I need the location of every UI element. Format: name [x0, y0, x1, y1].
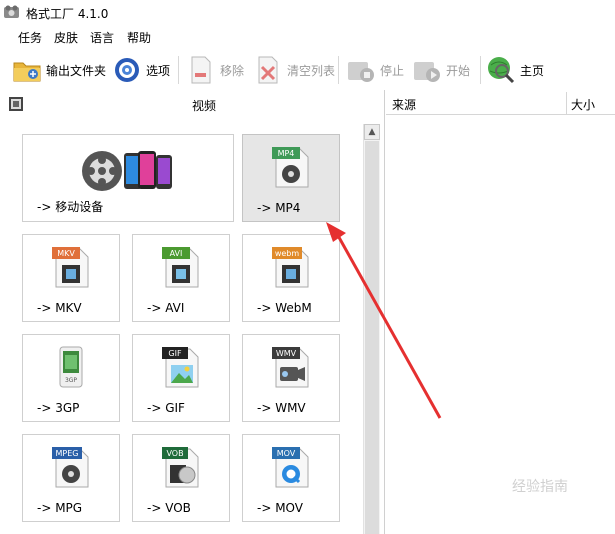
format-tile-avi[interactable]: AVI -> AVI [132, 234, 230, 322]
menu-help[interactable]: 帮助 [127, 29, 151, 46]
pane-splitter[interactable] [384, 90, 385, 534]
webm-file-icon: webm [272, 247, 309, 288]
mpeg-badge-text: MPEG [56, 449, 79, 458]
clear-list-label: 清空列表 [287, 63, 336, 78]
column-divider[interactable] [566, 92, 567, 114]
3gp-file-icon: 3GP [59, 346, 83, 388]
menu-task[interactable]: 任务 [18, 29, 42, 46]
format-tile-label: -> MKV [37, 301, 82, 315]
options-gear-icon [112, 55, 142, 85]
format-tile-wmv[interactable]: WMV -> WMV [242, 334, 340, 422]
toolbar-separator [480, 56, 481, 84]
format-tile-gif[interactable]: GIF -> GIF [132, 334, 230, 422]
format-tile-label: -> 移动设备 [37, 200, 104, 214]
remove-label: 移除 [220, 63, 245, 78]
mobile-devices-icon [82, 151, 172, 191]
3gp-badge-text: 3GP [65, 377, 77, 384]
options-label: 选项 [146, 63, 171, 78]
avi-badge-text: AVI [170, 249, 183, 258]
format-tile-mobile[interactable]: -> 移动设备 [22, 134, 234, 222]
format-panel-scrollbar[interactable]: ▲ [363, 124, 380, 534]
format-tile-label: -> VOB [147, 501, 191, 515]
home-globe-icon [486, 55, 516, 85]
gif-file-icon: GIF [162, 347, 199, 388]
start-label: 开始 [446, 63, 471, 78]
toolbar: 输出文件夹 选项 移除 清空列表 停止 开始 主页 [0, 52, 615, 88]
format-tile-label: -> MOV [257, 501, 303, 515]
format-tile-webm[interactable]: webm -> WebM [242, 234, 340, 322]
stop-label: 停止 [380, 63, 405, 78]
window-title: 格式工厂 4.1.0 [26, 7, 109, 21]
column-header-size[interactable]: 大小 [571, 96, 595, 113]
format-tile-label: -> MP4 [257, 201, 301, 215]
clear-list-icon [253, 55, 283, 85]
format-tile-mpg[interactable]: MPEG -> MPG [22, 434, 120, 522]
mov-file-icon: MOV [272, 447, 309, 488]
home-label: 主页 [520, 63, 545, 78]
menu-language[interactable]: 语言 [90, 29, 114, 46]
remove-button[interactable]: 移除 [186, 52, 244, 88]
category-header[interactable]: 视频 [0, 92, 380, 116]
toolbar-separator [338, 56, 339, 84]
task-list-header: 来源 大小 [386, 92, 615, 115]
clear-list-button[interactable]: 清空列表 [253, 52, 335, 88]
options-button[interactable]: 选项 [112, 52, 170, 88]
mp4-badge-text: MP4 [278, 149, 295, 158]
output-folder-label: 输出文件夹 [46, 63, 107, 78]
gif-badge-text: GIF [168, 349, 182, 358]
format-tile-label: -> WMV [257, 401, 306, 415]
watermark-text: 经验指南 [512, 479, 568, 495]
vob-file-icon: VOB [162, 447, 199, 488]
avi-file-icon: AVI [162, 247, 199, 288]
mp4-file-icon: MP4 [272, 147, 309, 188]
format-panel: -> 移动设备 MP4 -> MP4 MKV -> MKV AVI -> AVI… [6, 120, 378, 534]
stop-button[interactable]: 停止 [346, 52, 404, 88]
scroll-up-arrow-icon[interactable]: ▲ [364, 124, 380, 140]
format-tile-label: -> WebM [257, 301, 312, 315]
format-tile-mov[interactable]: MOV -> MOV [242, 434, 340, 522]
format-tile-mkv[interactable]: MKV -> MKV [22, 234, 120, 322]
film-icon [9, 97, 23, 111]
menu-skin[interactable]: 皮肤 [54, 29, 78, 46]
scrollbar-thumb[interactable] [365, 141, 379, 534]
format-tile-vob[interactable]: VOB -> VOB [132, 434, 230, 522]
start-button[interactable]: 开始 [412, 52, 470, 88]
format-tile-label: -> AVI [147, 301, 185, 315]
title-bar: 格式工厂 4.1.0 [0, 0, 615, 26]
vob-badge-text: VOB [166, 449, 183, 458]
remove-document-icon [186, 55, 216, 85]
output-folder-button[interactable]: 输出文件夹 [12, 52, 106, 88]
wmv-badge-text: WMV [276, 349, 297, 358]
format-tile-mp4[interactable]: MP4 -> MP4 [242, 134, 340, 222]
column-header-source[interactable]: 来源 [392, 96, 416, 113]
toolbar-separator [178, 56, 179, 84]
format-tile-label: -> GIF [147, 401, 185, 415]
category-label: 视频 [192, 99, 217, 113]
mkv-badge-text: MKV [57, 249, 75, 258]
app-logo-icon [4, 5, 19, 18]
format-tile-3gp[interactable]: 3GP -> 3GP [22, 334, 120, 422]
menu-bar: 任务 皮肤 语言 帮助 [0, 27, 615, 47]
folder-icon [12, 55, 42, 85]
stop-icon [346, 55, 376, 85]
home-button[interactable]: 主页 [486, 52, 544, 88]
webm-badge-text: webm [275, 249, 300, 258]
mkv-file-icon: MKV [52, 247, 89, 288]
start-icon [412, 55, 442, 85]
wmv-file-icon: WMV [272, 347, 309, 388]
format-tile-label: -> 3GP [37, 401, 80, 415]
format-tile-label: -> MPG [37, 501, 83, 515]
mpg-file-icon: MPEG [52, 447, 89, 488]
mov-badge-text: MOV [277, 449, 296, 458]
